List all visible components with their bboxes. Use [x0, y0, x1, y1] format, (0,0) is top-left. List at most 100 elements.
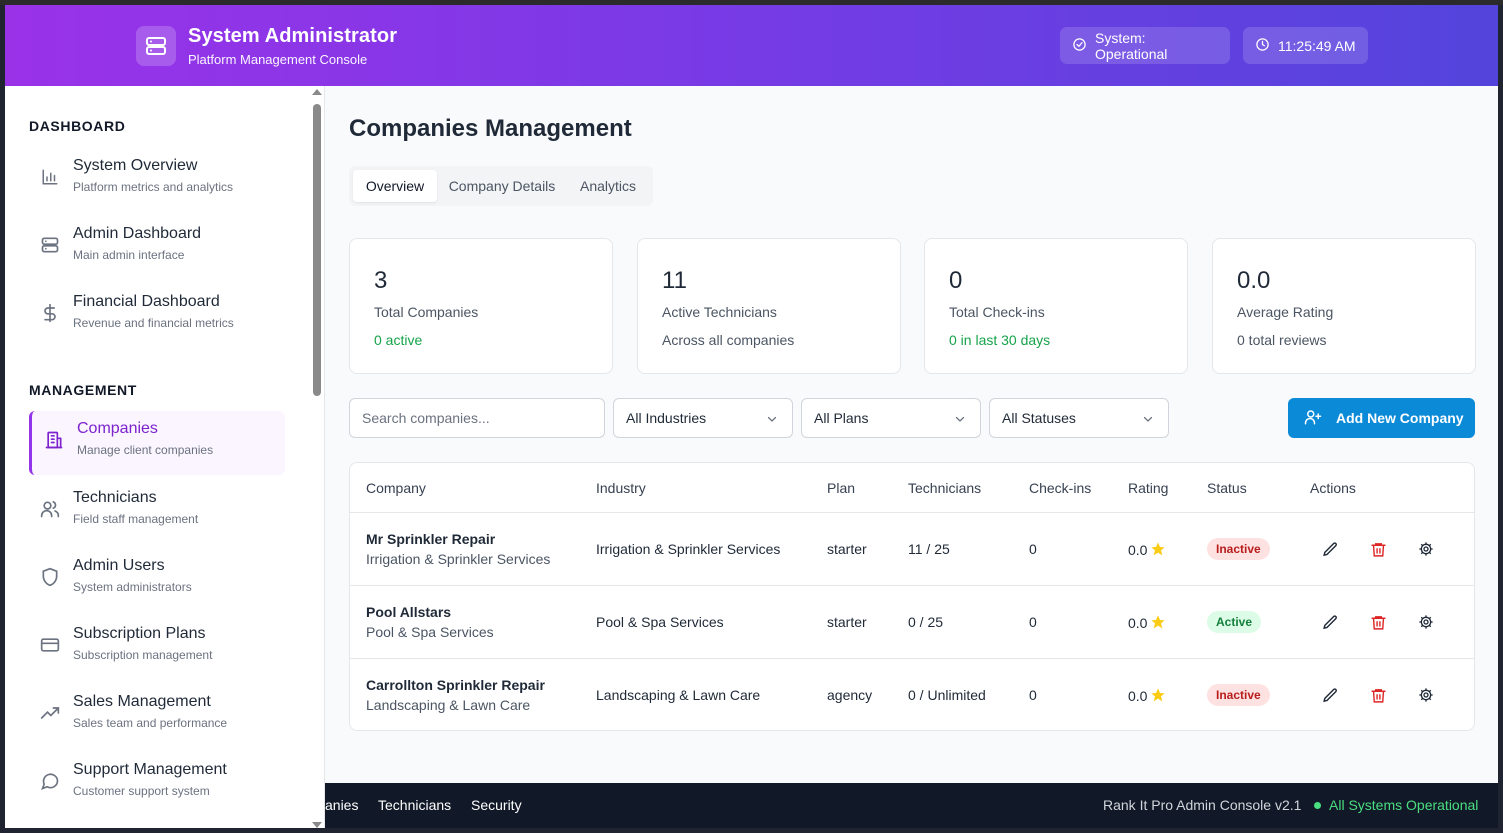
status-select[interactable]: All Statuses [989, 398, 1169, 438]
column-header-company: Company [366, 480, 426, 496]
technicians-cell: 0 / Unlimited [908, 687, 986, 703]
stat-value: 11 [662, 267, 687, 294]
chevron-down-icon [954, 412, 966, 428]
app-header: System Administrator Platform Management… [5, 5, 1498, 86]
stat-label: Total Companies [374, 304, 479, 320]
tab-analytics[interactable]: Analytics [567, 170, 649, 202]
app-footer: anies Technicians Security Rank It Pro A… [325, 783, 1498, 828]
settings-gear-icon[interactable] [1416, 685, 1436, 705]
scroll-thumb[interactable] [313, 104, 321, 396]
sidebar-item-label: Admin Users [73, 557, 165, 574]
plan-cell: agency [827, 687, 873, 703]
status-badge: Inactive [1207, 538, 1270, 560]
star-icon [1150, 541, 1166, 560]
footer-link-security[interactable]: Security [471, 797, 522, 813]
scroll-down-arrow[interactable] [312, 822, 322, 828]
app-frame: System Administrator Platform Management… [5, 5, 1498, 828]
sidebar-item-financial-dashboard[interactable]: Financial Dashboard Revenue and financia… [29, 284, 285, 348]
clock-pill: 11:25:49 AM [1243, 27, 1368, 64]
settings-gear-icon[interactable] [1416, 539, 1436, 559]
plan-select[interactable]: All Plans [801, 398, 981, 438]
sidebar-item-description: Subscription management [73, 648, 213, 662]
footer-version: Rank It Pro Admin Console v2.1 [1103, 797, 1302, 813]
stat-value: 0.0 [1237, 267, 1271, 294]
sidebar-section-management: MANAGEMENT [29, 382, 137, 398]
check-circle-icon [1072, 37, 1087, 55]
company-name: Mr Sprinkler Repair [366, 531, 496, 547]
plan-select-value: All Plans [814, 410, 869, 426]
sidebar-item-label: Financial Dashboard [73, 293, 220, 310]
tab-overview[interactable]: Overview [353, 170, 437, 202]
status-dot-icon [1314, 801, 1321, 809]
stat-card-total-checkins: 0 Total Check-ins 0 in last 30 days [924, 238, 1188, 374]
table-row: Mr Sprinkler Repair Irrigation & Sprinkl… [350, 512, 1474, 585]
tab-company-details[interactable]: Company Details [439, 170, 565, 202]
edit-icon[interactable] [1320, 685, 1340, 705]
sidebar-item-description: Manage client companies [77, 443, 214, 457]
sidebar-item-label: Subscription Plans [73, 625, 206, 642]
sidebar-item-admin-dashboard[interactable]: Admin Dashboard Main admin interface [29, 216, 285, 280]
scroll-up-arrow[interactable] [312, 89, 322, 95]
sidebar-item-support-management[interactable]: Support Management Customer support syst… [29, 752, 285, 816]
industry-cell: Pool & Spa Services [596, 614, 724, 630]
star-icon [1150, 614, 1166, 633]
edit-icon[interactable] [1320, 612, 1340, 632]
edit-icon[interactable] [1320, 539, 1340, 559]
sidebar-item-technicians[interactable]: Technicians Field staff management [29, 480, 285, 544]
users-icon [39, 498, 61, 520]
technicians-cell: 0 / 25 [908, 614, 944, 630]
add-new-company-label: Add New Company [1336, 410, 1464, 426]
app-title: System Administrator [188, 25, 398, 47]
app-subtitle: Platform Management Console [188, 52, 368, 67]
sidebar-item-description: Revenue and financial metrics [73, 316, 234, 330]
stat-label: Total Check-ins [949, 304, 1045, 320]
column-header-actions: Actions [1310, 480, 1356, 496]
footer-link-technicians[interactable]: Technicians [378, 797, 451, 813]
page-title: Companies Management [349, 115, 632, 142]
search-input[interactable] [349, 398, 605, 438]
sidebar-item-description: Customer support system [73, 784, 210, 798]
industry-select-value: All Industries [626, 410, 707, 426]
column-header-status: Status [1207, 480, 1247, 496]
company-name: Pool Allstars [366, 604, 452, 620]
sidebar-scrollbar[interactable] [310, 86, 324, 828]
trash-icon[interactable] [1368, 685, 1388, 705]
footer-link-companies[interactable]: anies [325, 797, 358, 813]
sidebar-item-admin-users[interactable]: Admin Users System administrators [29, 548, 285, 612]
sidebar-item-description: Main admin interface [73, 248, 185, 262]
rating-value: 0.0 [1128, 542, 1148, 558]
sidebar-item-description: System administrators [73, 580, 192, 594]
trash-icon[interactable] [1368, 539, 1388, 559]
sidebar-item-description: Sales team and performance [73, 716, 228, 730]
sidebar-item-sales-management[interactable]: Sales Management Sales team and performa… [29, 684, 285, 748]
add-new-company-button[interactable]: Add New Company [1288, 398, 1475, 438]
trash-icon[interactable] [1368, 612, 1388, 632]
dollar-icon [39, 302, 61, 324]
checkins-cell: 0 [1029, 614, 1037, 630]
sidebar-item-companies[interactable]: Companies Manage client companies [29, 411, 285, 475]
plan-cell: starter [827, 541, 867, 557]
footer-status-label: All Systems Operational [1329, 797, 1479, 813]
server-icon [39, 234, 61, 256]
plan-cell: starter [827, 614, 867, 630]
industry-cell: Irrigation & Sprinkler Services [596, 541, 781, 557]
industry-select[interactable]: All Industries [613, 398, 793, 438]
clock-time: 11:25:49 AM [1278, 37, 1356, 54]
sidebar: DASHBOARD System Overview Platform metri… [5, 86, 325, 828]
sidebar-item-description: Platform metrics and analytics [73, 180, 234, 194]
column-header-industry: Industry [596, 480, 646, 496]
stat-card-active-technicians: 11 Active Technicians Across all compani… [637, 238, 901, 374]
stat-subtext: 0 total reviews [1237, 332, 1327, 348]
rating-cell: 0.0 [1128, 687, 1166, 706]
settings-gear-icon[interactable] [1416, 612, 1436, 632]
rating-value: 0.0 [1128, 615, 1148, 631]
sidebar-section-dashboard: DASHBOARD [29, 118, 126, 134]
sidebar-item-subscription-plans[interactable]: Subscription Plans Subscription manageme… [29, 616, 285, 680]
technicians-cell: 11 / 25 [908, 541, 950, 557]
status-select-value: All Statuses [1002, 410, 1076, 426]
stat-label: Average Rating [1237, 304, 1334, 320]
column-header-technicians: Technicians [908, 480, 982, 496]
company-industry-subtext: Pool & Spa Services [366, 624, 494, 640]
sidebar-item-system-overview[interactable]: System Overview Platform metrics and ana… [29, 148, 285, 212]
sidebar-item-label: System Overview [73, 157, 198, 174]
